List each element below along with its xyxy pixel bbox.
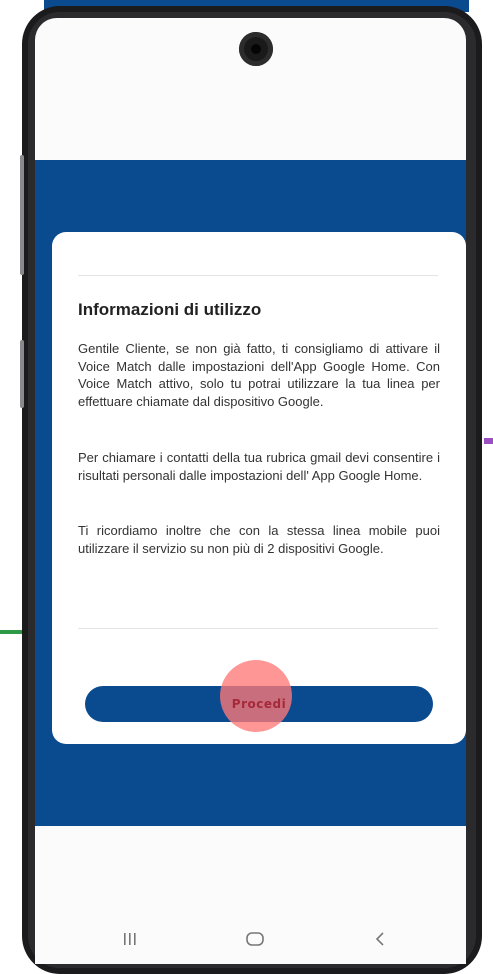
screenshot-stage: Informazioni di utilizzo Gentile Cliente… (0, 0, 493, 974)
card-paragraph-devices: Ti ricordiamo inoltre che con la stessa … (78, 523, 440, 556)
power-button (20, 340, 24, 408)
proceed-button[interactable] (85, 686, 433, 722)
status-bar (53, 136, 453, 146)
home-button[interactable] (235, 924, 275, 954)
info-card: Informazioni di utilizzo Gentile Cliente… (52, 232, 466, 744)
volume-button (20, 155, 24, 275)
dialog-backdrop: Informazioni di utilizzo Gentile Cliente… (35, 160, 466, 826)
card-paragraph-voice-match: Gentile Cliente, se non già fatto, ti co… (78, 341, 440, 409)
card-title: Informazioni di utilizzo (78, 300, 262, 319)
front-camera (239, 32, 273, 66)
back-icon (375, 932, 384, 946)
back-button[interactable] (360, 924, 400, 954)
card-paragraph-contacts: Per chiamare i contatti della tua rubric… (78, 450, 440, 483)
recents-button[interactable] (110, 924, 150, 954)
background-purple-mark (484, 438, 493, 444)
recents-icon (124, 933, 136, 945)
phone-screen: Informazioni di utilizzo Gentile Cliente… (35, 18, 466, 964)
navigation-bar (35, 916, 466, 964)
card-top-divider (78, 275, 438, 276)
home-icon (246, 932, 264, 946)
card-bottom-divider (78, 628, 438, 629)
